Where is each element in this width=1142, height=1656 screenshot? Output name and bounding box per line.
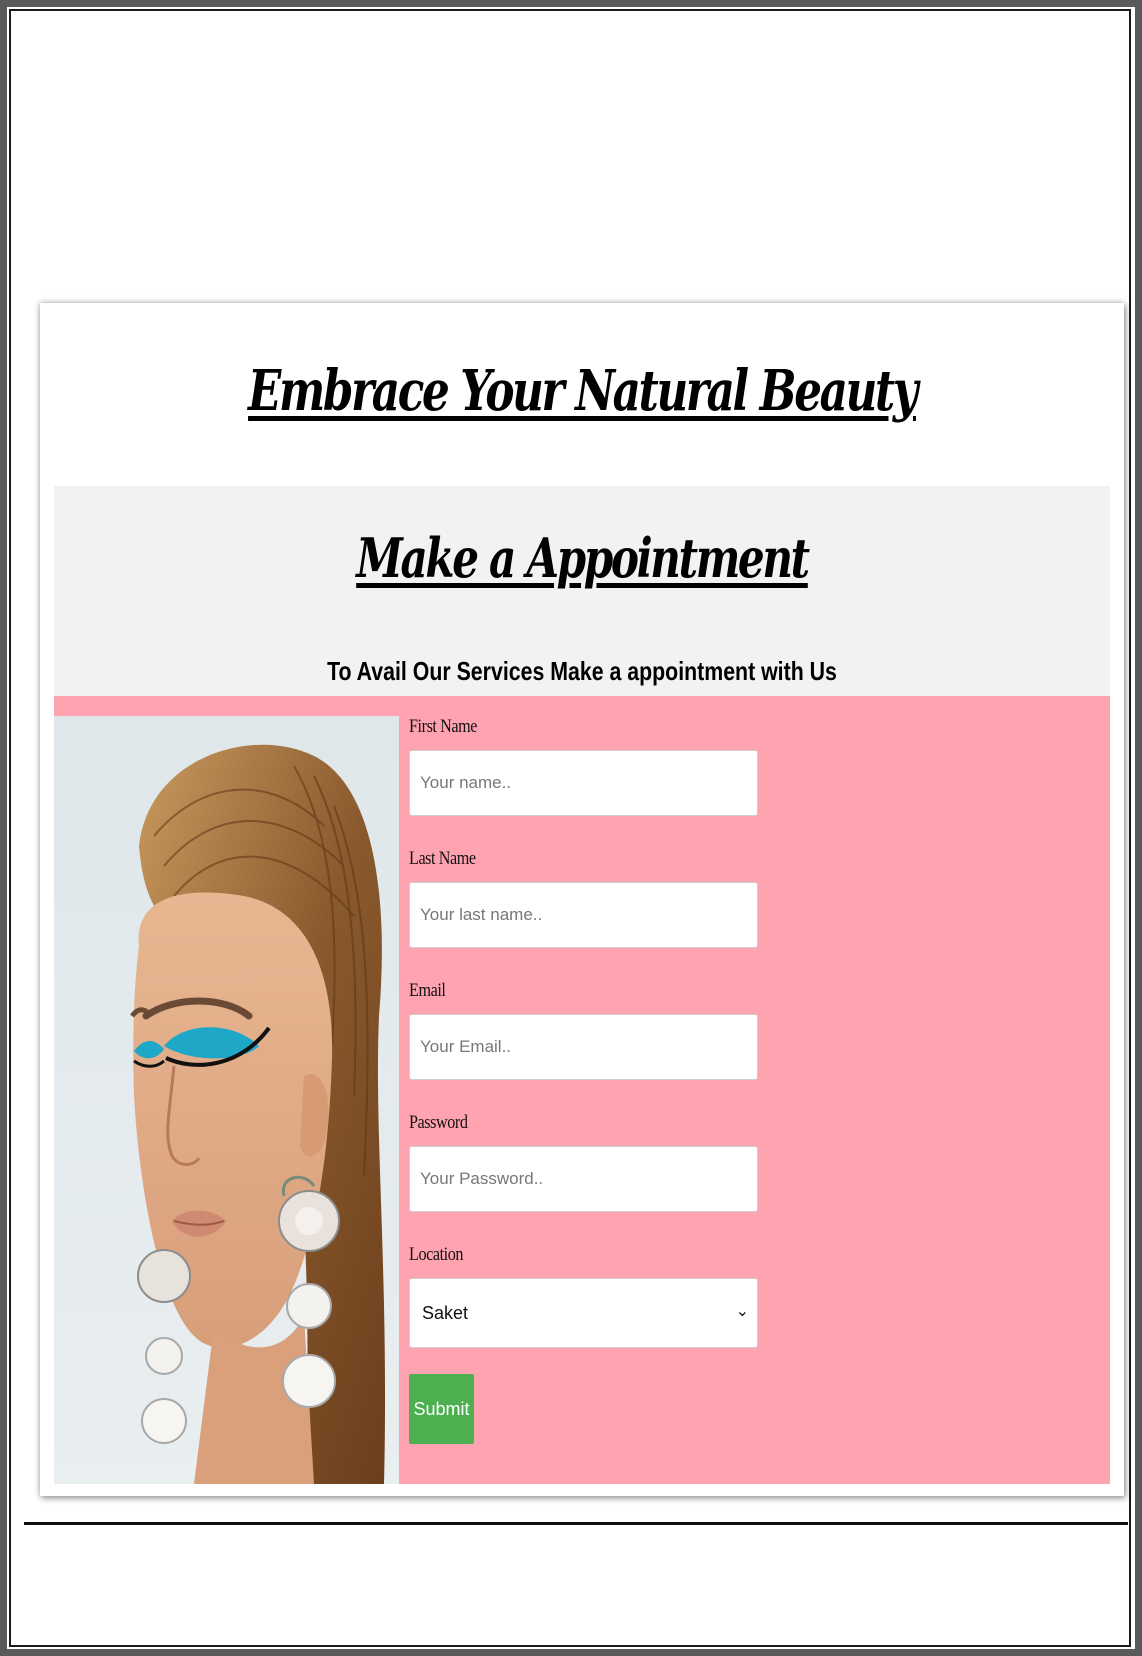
email-input[interactable] bbox=[409, 1014, 758, 1080]
password-label: Password bbox=[409, 1112, 468, 1133]
appointment-card: Embrace Your Natural Beauty Make a Appoi… bbox=[40, 303, 1124, 1496]
last-name-input[interactable] bbox=[409, 882, 758, 948]
location-label: Location bbox=[409, 1244, 464, 1265]
appointment-header-panel: Make a Appointment To Avail Our Services… bbox=[54, 486, 1110, 696]
model-portrait-image bbox=[54, 716, 399, 1484]
appointment-subtitle: To Avail Our Services Make a appointment… bbox=[327, 656, 837, 686]
first-name-label: First Name bbox=[409, 716, 477, 737]
appointment-title: Make a Appointment bbox=[356, 526, 810, 590]
appointment-form: First Name Last Name Email Password Loca… bbox=[409, 716, 769, 1444]
location-select[interactable]: Saket ⌄ bbox=[409, 1278, 758, 1348]
email-label: Email bbox=[409, 980, 446, 1001]
password-input[interactable] bbox=[409, 1146, 758, 1212]
chevron-down-icon: ⌄ bbox=[735, 1303, 749, 1320]
submit-button[interactable]: Submit bbox=[409, 1374, 474, 1444]
footer-divider bbox=[24, 1522, 1128, 1525]
location-selected-value: Saket bbox=[422, 1303, 469, 1323]
main-title: Embrace Your Natural Beauty bbox=[248, 358, 918, 424]
appointment-form-section: First Name Last Name Email Password Loca… bbox=[54, 696, 1110, 1484]
first-name-input[interactable] bbox=[409, 750, 758, 816]
last-name-label: Last Name bbox=[409, 848, 476, 869]
